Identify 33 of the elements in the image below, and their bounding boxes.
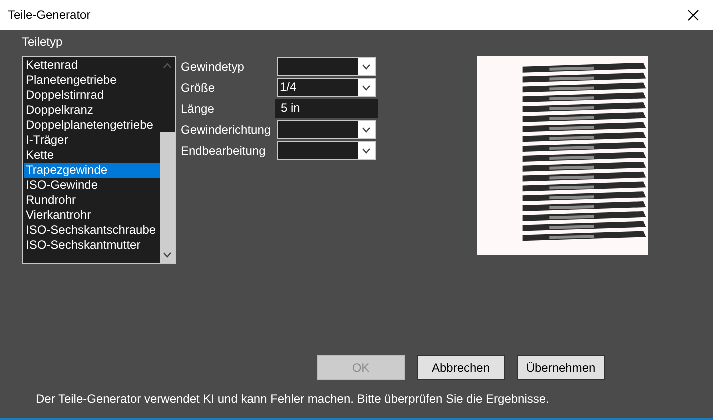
list-item[interactable]: ISO-Sechskantmutter (24, 238, 160, 253)
scroll-up-icon (163, 63, 172, 69)
dialog-button[interactable]: Übernehmen (517, 355, 605, 380)
window-title: Teile-Generator (8, 7, 91, 24)
list-item[interactable]: ISO-Gewinde (24, 178, 160, 193)
length-field[interactable]: 5 in (275, 99, 378, 118)
dropdown-field[interactable] (277, 120, 376, 139)
scrollbar-thumb[interactable] (160, 132, 175, 247)
list-item[interactable]: Doppelstirnrad (24, 88, 160, 103)
field-label: Länge (181, 100, 216, 118)
field-label: Endbearbeitung (181, 142, 267, 160)
close-icon (688, 10, 698, 20)
field-label: Gewindetyp (181, 58, 246, 76)
scroll-down-icon (163, 252, 172, 258)
list-item[interactable]: Vierkantrohr (24, 208, 160, 223)
list-item[interactable]: Doppelplanetengetriebe (24, 118, 160, 133)
list-item[interactable]: Kettenrad (24, 58, 160, 73)
dropdown-value: 1/4 (279, 79, 298, 96)
field-label: Größe (181, 80, 216, 96)
list-item[interactable]: I-Träger (24, 133, 160, 148)
list-item[interactable]: Planetengetriebe (24, 73, 160, 88)
list-item[interactable]: Rundrohr (24, 193, 160, 208)
part-type-label: Teiletyp (22, 35, 64, 49)
list-item[interactable]: Doppelkranz (24, 103, 160, 118)
list-item[interactable]: Trapezgewinde (24, 163, 160, 178)
list-item[interactable]: Kette (24, 148, 160, 163)
dropdown-field[interactable]: 1/4 (277, 78, 376, 97)
dropdown-field[interactable] (277, 141, 376, 160)
dialog-button[interactable]: Abbrechen (417, 355, 505, 380)
disclaimer-text: Der Teile-Generator verwendet KI und kann Fehler machen. Bitte überprüfen Sie die Ergebnisse. (36, 391, 550, 408)
list-item[interactable]: ISO-Sechskantschraube (24, 223, 160, 238)
dropdown-field[interactable] (277, 57, 376, 76)
field-label: Gewinderichtung (181, 122, 272, 138)
